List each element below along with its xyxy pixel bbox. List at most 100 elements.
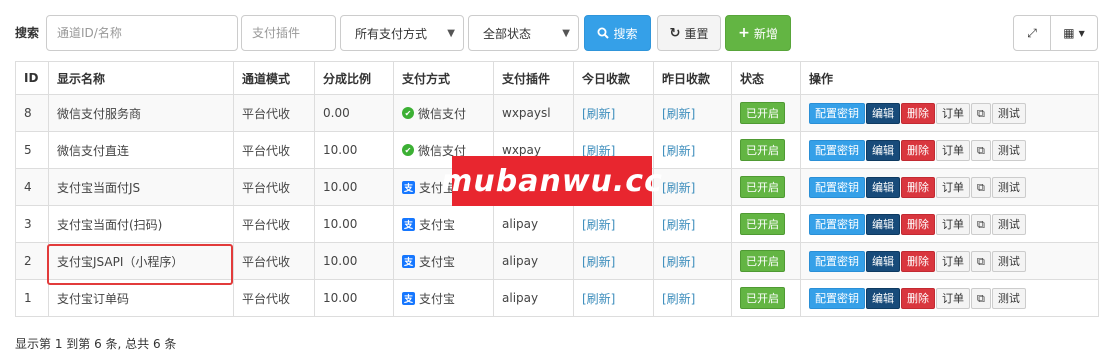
config-key-button[interactable]: 配置密钥 <box>809 139 865 161</box>
columns-toggle-button[interactable]: ▦ ▼ <box>1050 15 1098 51</box>
config-key-button[interactable]: 配置密钥 <box>809 176 865 198</box>
status-toggle[interactable]: 已开启 <box>740 213 785 235</box>
status-toggle[interactable]: 已开启 <box>740 102 785 124</box>
watermark-logo: mubanwu.cc <box>441 156 662 206</box>
column-header[interactable]: 显示名称 <box>48 61 234 95</box>
refresh-today-link[interactable]: [刷新] <box>582 107 615 121</box>
refresh-today-link[interactable]: [刷新] <box>582 292 615 306</box>
edit-button[interactable]: 编辑 <box>866 176 900 198</box>
test-button[interactable]: 测试 <box>991 287 1026 309</box>
reset-button[interactable]: ↻ 重置 <box>657 15 721 51</box>
edit-button[interactable]: 编辑 <box>866 213 900 235</box>
cell-pay-method: 支支付宝 <box>393 279 494 317</box>
refresh-today-link[interactable]: [刷新] <box>582 255 615 269</box>
column-header[interactable]: 状态 <box>731 61 801 95</box>
cell-id: 4 <box>15 168 49 206</box>
config-key-button[interactable]: 配置密钥 <box>809 213 865 235</box>
column-header[interactable]: 操作 <box>800 61 1099 95</box>
cell-today: [刷新] <box>573 205 654 243</box>
edit-button[interactable]: 编辑 <box>866 287 900 309</box>
search-button[interactable]: 搜索 <box>584 15 651 51</box>
test-button[interactable]: 测试 <box>991 213 1026 235</box>
column-header[interactable]: 昨日收款 <box>653 61 732 95</box>
pay-method-label: 支付宝 <box>419 291 456 306</box>
fullscreen-icon: ⤢ <box>1027 25 1037 40</box>
orders-button[interactable]: 订单 <box>936 176 970 198</box>
column-header[interactable]: 通道模式 <box>233 61 315 95</box>
edit-button[interactable]: 编辑 <box>866 250 900 272</box>
watermark-text: mubanwu.cc <box>441 163 663 199</box>
orders-button[interactable]: 订单 <box>936 213 970 235</box>
config-key-button[interactable]: 配置密钥 <box>809 102 865 124</box>
column-header[interactable]: ID <box>15 61 49 95</box>
column-header[interactable]: 支付方式 <box>393 61 494 95</box>
cell-status: 已开启 <box>731 168 801 206</box>
status-toggle[interactable]: 已开启 <box>740 287 785 309</box>
copy-button[interactable]: ⧉ <box>971 102 991 124</box>
cell-plugin: wxpaysl <box>493 94 574 132</box>
copy-button[interactable]: ⧉ <box>971 250 991 272</box>
delete-button[interactable]: 删除 <box>901 176 935 198</box>
pay-method-label: 支付宝 <box>419 254 456 269</box>
channel-search-input[interactable] <box>46 15 238 51</box>
plugin-search-input[interactable] <box>241 15 336 51</box>
column-header[interactable]: 支付插件 <box>493 61 574 95</box>
test-button[interactable]: 测试 <box>991 102 1026 124</box>
refresh-yesterday-link[interactable]: [刷新] <box>662 107 695 121</box>
cell-status: 已开启 <box>731 205 801 243</box>
cell-id: 8 <box>15 94 49 132</box>
add-button-label: 新增 <box>753 26 778 41</box>
plus-icon: + <box>738 25 750 41</box>
copy-icon: ⧉ <box>977 217 985 231</box>
test-button[interactable]: 测试 <box>991 176 1026 198</box>
add-button[interactable]: + 新增 <box>725 15 791 51</box>
test-button[interactable]: 测试 <box>991 139 1026 161</box>
table-row: 1 支付宝订单码 平台代收 10.00 支支付宝 alipay [刷新] [刷新] 已开启 配置密… <box>15 279 1099 317</box>
columns-icon: ▦ <box>1063 26 1075 40</box>
edit-button[interactable]: 编辑 <box>866 139 900 161</box>
copy-button[interactable]: ⧉ <box>971 287 991 309</box>
orders-button[interactable]: 订单 <box>936 102 970 124</box>
copy-button[interactable]: ⧉ <box>971 213 991 235</box>
column-header[interactable]: 分成比例 <box>314 61 394 95</box>
config-key-button[interactable]: 配置密钥 <box>809 250 865 272</box>
status-select[interactable]: 全部状态 ▼ <box>468 15 579 51</box>
pay-method-label: 支付宝 <box>419 217 456 232</box>
config-key-button[interactable]: 配置密钥 <box>809 287 865 309</box>
orders-button[interactable]: 订单 <box>936 139 970 161</box>
refresh-yesterday-link[interactable]: [刷新] <box>662 292 695 306</box>
status-toggle[interactable]: 已开启 <box>740 250 785 272</box>
fullscreen-button[interactable]: ⤢ <box>1013 15 1051 51</box>
cell-today: [刷新] <box>573 242 654 280</box>
refresh-yesterday-link[interactable]: [刷新] <box>662 181 695 195</box>
cell-plugin: alipay <box>493 205 574 243</box>
refresh-yesterday-link[interactable]: [刷新] <box>662 255 695 269</box>
refresh-today-link[interactable]: [刷新] <box>582 218 615 232</box>
cell-actions: 配置密钥 编辑 删除 订单 ⧉ 测试 <box>800 279 1099 317</box>
delete-button[interactable]: 删除 <box>901 250 935 272</box>
orders-button[interactable]: 订单 <box>936 250 970 272</box>
status-toggle[interactable]: 已开启 <box>740 139 785 161</box>
refresh-yesterday-link[interactable]: [刷新] <box>662 144 695 158</box>
test-button[interactable]: 测试 <box>991 250 1026 272</box>
cell-mode: 平台代收 <box>233 94 315 132</box>
delete-button[interactable]: 删除 <box>901 139 935 161</box>
copy-button[interactable]: ⧉ <box>971 176 991 198</box>
column-header[interactable]: 今日收款 <box>573 61 654 95</box>
delete-button[interactable]: 删除 <box>901 213 935 235</box>
table-row: 2 支付宝JSAPI（小程序） 平台代收 10.00 支支付宝 alipay [刷新] [刷新… <box>15 242 1099 280</box>
edit-button[interactable]: 编辑 <box>866 102 900 124</box>
delete-button[interactable]: 删除 <box>901 287 935 309</box>
cell-id: 2 <box>15 242 49 280</box>
orders-button[interactable]: 订单 <box>936 287 970 309</box>
status-toggle[interactable]: 已开启 <box>740 176 785 198</box>
cell-mode: 平台代收 <box>233 131 315 169</box>
cell-today: [刷新] <box>573 94 654 132</box>
refresh-yesterday-link[interactable]: [刷新] <box>662 218 695 232</box>
copy-button[interactable]: ⧉ <box>971 139 991 161</box>
pay-method-select[interactable]: 所有支付方式 ▼ <box>340 15 464 51</box>
reset-button-label: 重置 <box>684 26 709 41</box>
delete-button[interactable]: 删除 <box>901 102 935 124</box>
cell-ratio: 10.00 <box>314 242 394 280</box>
cell-pay-method: ✔ 微信支付 <box>393 94 494 132</box>
